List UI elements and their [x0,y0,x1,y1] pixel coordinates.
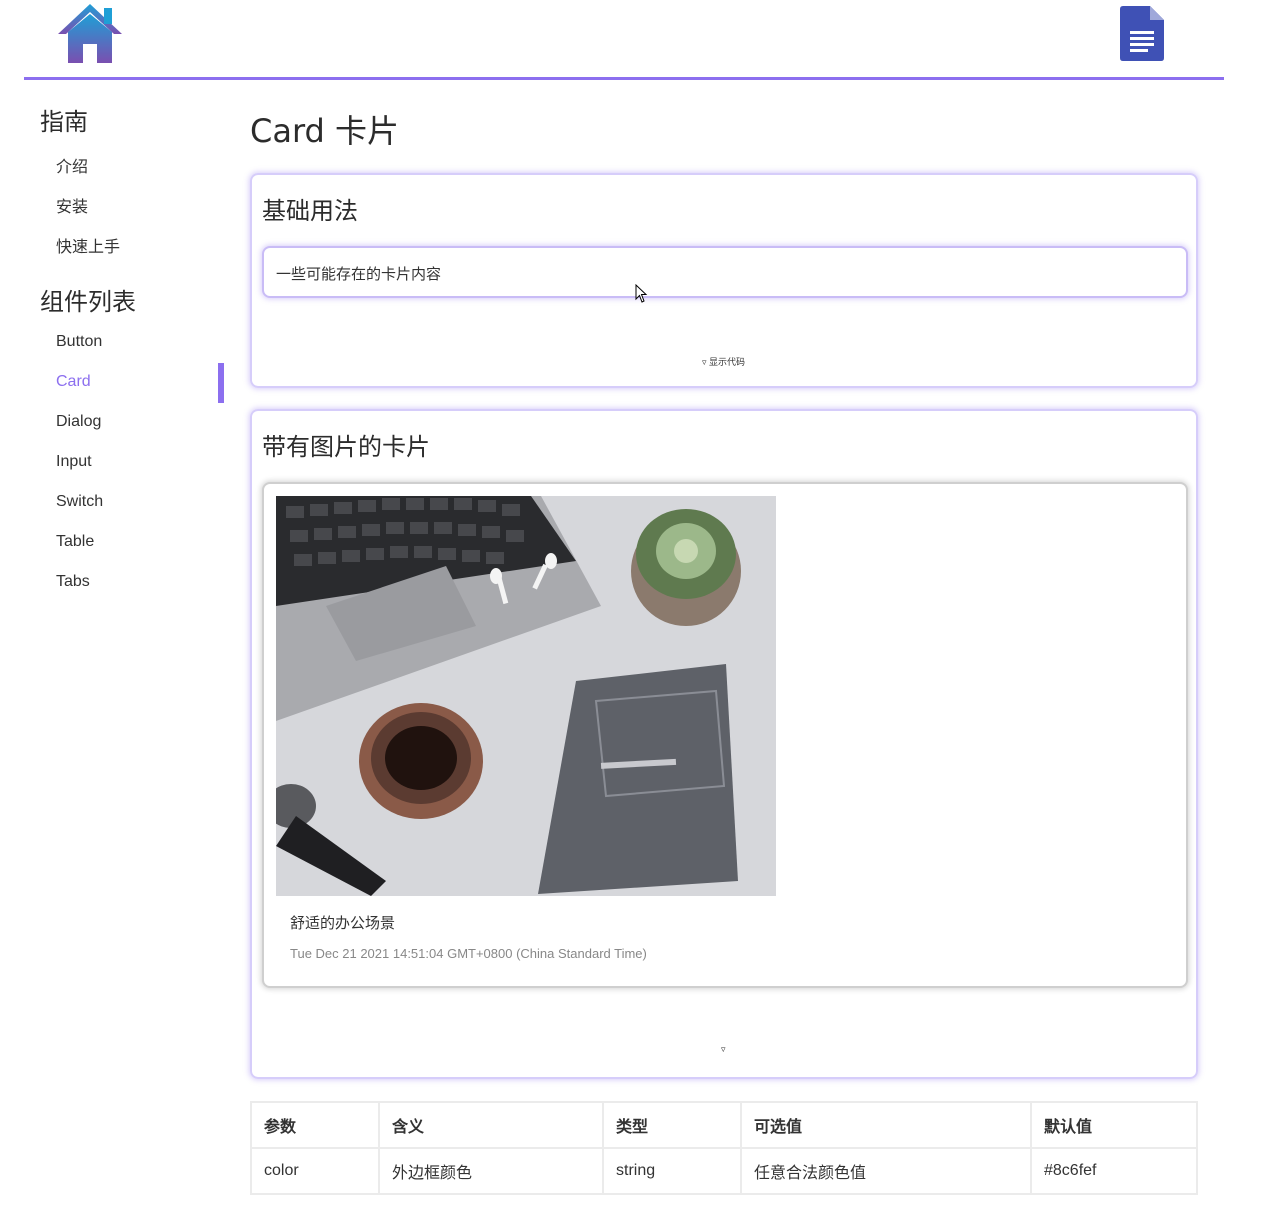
sidebar-item-intro[interactable]: 介绍 [56,153,88,177]
active-indicator [218,363,224,403]
table-cell: 外边框颜色 [378,1147,604,1195]
table-header-row: 参数 含义 类型 可选值 默认值 [250,1101,1198,1149]
basic-card: 一些可能存在的卡片内容 [262,246,1188,298]
home-icon[interactable] [56,2,124,64]
image-timestamp: Tue Dec 21 2021 14:51:04 GMT+0800 (China… [290,946,647,961]
office-photo [276,496,776,896]
page-title: Card 卡片 [250,112,400,150]
mouse-cursor-icon [635,284,648,303]
sidebar-item-tabs[interactable]: Tabs [56,573,90,591]
col-header-options: 可选值 [740,1101,1032,1149]
sidebar-item-card[interactable]: Card [56,373,91,391]
col-header-default: 默认值 [1030,1101,1198,1149]
sidebar-item-switch[interactable]: Switch [56,493,103,511]
table-cell: #8c6fef [1030,1147,1198,1195]
demo-title: 带有图片的卡片 [262,433,430,461]
show-code-toggle[interactable]: ▿ [721,1044,726,1055]
col-header-type: 类型 [602,1101,742,1149]
image-card: 舒适的办公场景 Tue Dec 21 2021 14:51:04 GMT+080… [262,482,1188,988]
demo-basic: 基础用法 一些可能存在的卡片内容 ▿ 显示代码 [250,173,1198,388]
card-content: 一些可能存在的卡片内容 [276,266,442,283]
table-cell: 任意合法颜色值 [740,1147,1032,1195]
table-cell: color [250,1147,380,1195]
sidebar-item-dialog[interactable]: Dialog [56,413,101,431]
table-row: color 外边框颜色 string 任意合法颜色值 #8c6fef [250,1147,1198,1195]
top-header [24,0,1224,80]
demo-image-card: 带有图片的卡片 舒适的办公场景 Tue Dec 21 2021 14:51:04… [250,409,1198,1079]
table-cell: string [602,1147,742,1195]
sidebar-item-input[interactable]: Input [56,453,92,471]
document-icon[interactable] [1120,6,1164,61]
sidebar-group-title-guide: 指南 [40,108,88,136]
sidebar-group-title-components: 组件列表 [40,288,136,316]
props-table: 参数 含义 类型 可选值 默认值 color 外边框颜色 string 任意合法… [250,1101,1198,1195]
show-code-toggle[interactable]: ▿ 显示代码 [702,355,745,368]
sidebar-item-button[interactable]: Button [56,333,102,351]
col-header-param: 参数 [250,1101,380,1149]
sidebar-item-quickstart[interactable]: 快速上手 [56,233,120,257]
sidebar-item-install[interactable]: 安装 [56,193,88,217]
demo-title: 基础用法 [262,197,358,225]
sidebar-item-table[interactable]: Table [56,533,94,551]
col-header-meaning: 含义 [378,1101,604,1149]
image-caption: 舒适的办公场景 [290,915,396,932]
